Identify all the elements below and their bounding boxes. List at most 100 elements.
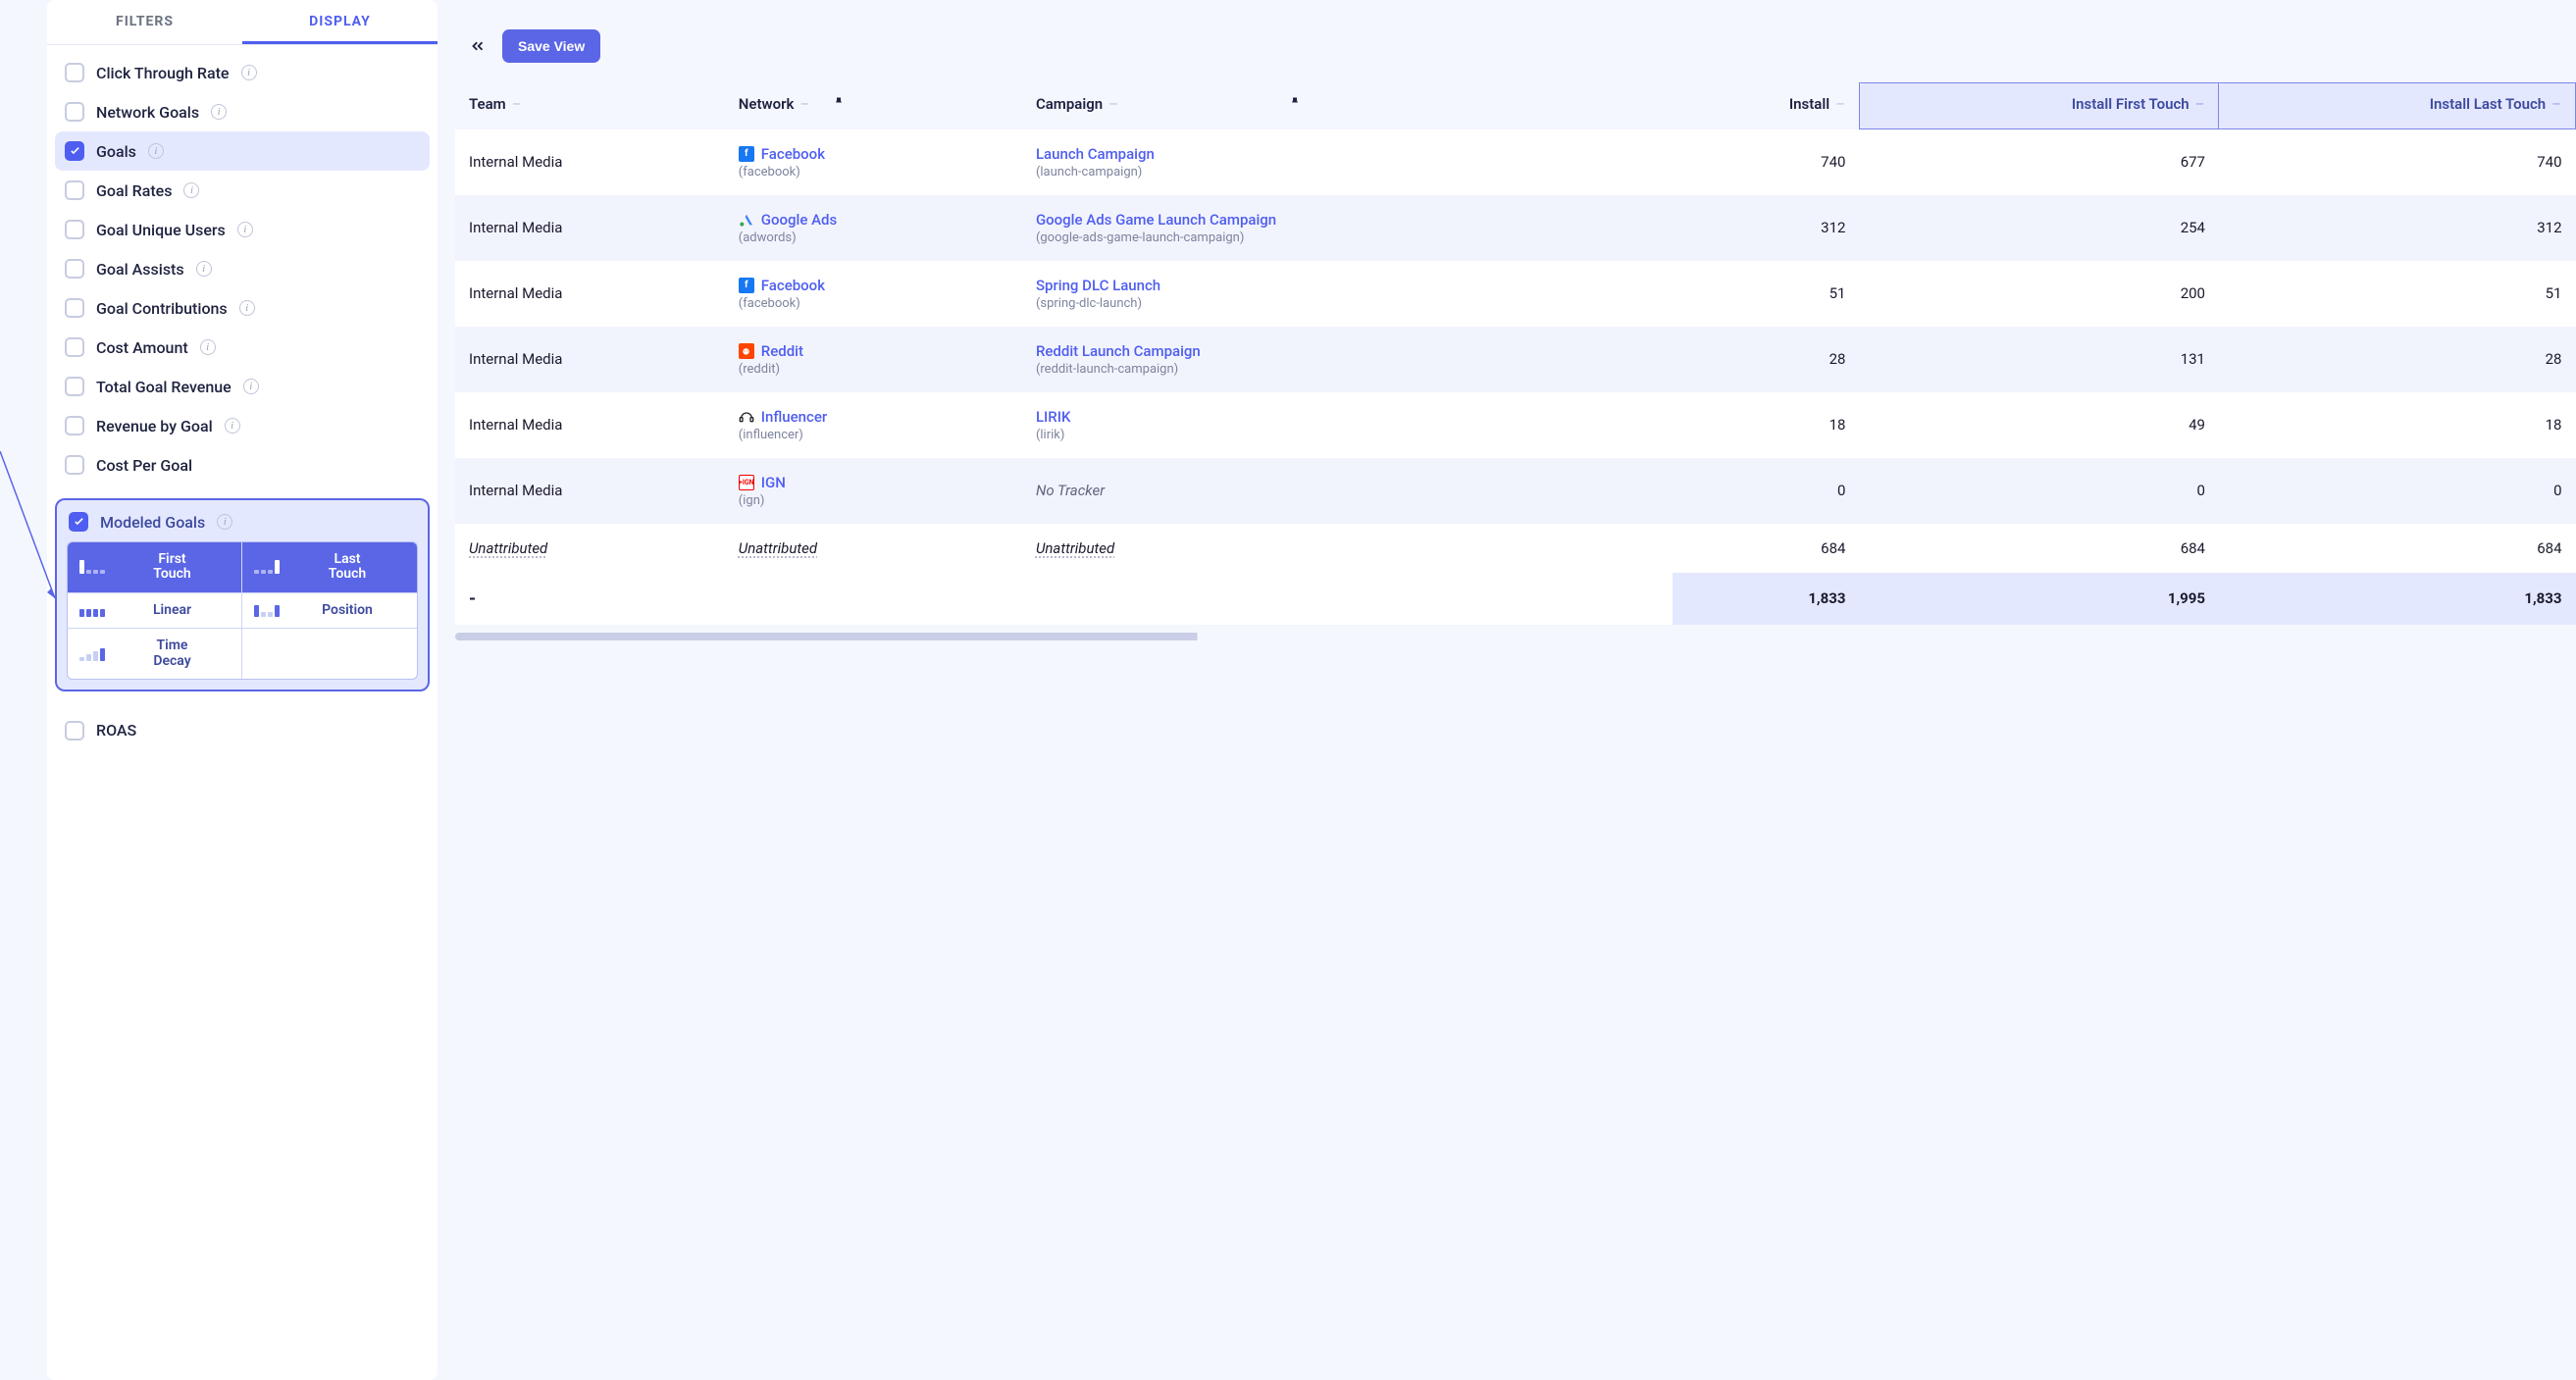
option-label: Total Goal Revenue	[96, 378, 232, 396]
campaign-link[interactable]: Spring DLC Launch	[1036, 277, 1659, 294]
checkbox-modeled-goals[interactable]	[69, 512, 88, 532]
col-team[interactable]: Team–	[455, 83, 725, 129]
option-network-goals[interactable]: Network Goalsi	[55, 92, 430, 131]
option-click-through-rate[interactable]: Click Through Rate i	[55, 53, 430, 92]
model-linear[interactable]: Linear	[68, 593, 242, 629]
cell-last: 312	[2219, 195, 2576, 261]
checkbox[interactable]	[65, 455, 84, 475]
cell-last: 740	[2219, 129, 2576, 195]
model-last-touch[interactable]: LastTouch	[242, 542, 417, 593]
model-time-decay[interactable]: TimeDecay	[68, 629, 242, 679]
modeled-goals-label: Modeled Goals	[100, 513, 205, 532]
checkbox[interactable]	[65, 337, 84, 357]
cell-network: +IGNIGN(ign)	[725, 458, 1022, 524]
display-options-after: ROAS	[47, 703, 438, 758]
cell-network: Influencer(influencer)	[725, 392, 1022, 458]
option-goal-unique-users[interactable]: Goal Unique Usersi	[55, 210, 430, 249]
cell-first: 49	[1859, 392, 2219, 458]
cell-install: 18	[1673, 392, 1860, 458]
info-icon[interactable]: i	[243, 379, 259, 394]
save-view-button[interactable]: Save View	[502, 29, 600, 63]
option-label: Goal Contributions	[96, 299, 228, 318]
col-network[interactable]: Network–	[725, 83, 1022, 129]
table-row: UnattributedUnattributedUnattributed6846…	[455, 524, 2576, 573]
network-link[interactable]: Influencer	[761, 408, 827, 426]
model-first-touch[interactable]: FirstTouch	[68, 542, 242, 593]
network-slug: (facebook)	[739, 296, 1008, 311]
col-install-first-touch[interactable]: Install First Touch–	[1859, 83, 2219, 129]
col-install-last-touch[interactable]: Install Last Touch–	[2219, 83, 2576, 129]
info-icon[interactable]: i	[239, 300, 255, 316]
attribution-bars-icon	[79, 560, 107, 574]
checkbox[interactable]	[65, 416, 84, 435]
network-slug: (ign)	[739, 493, 1008, 508]
cell-network: fFacebook(facebook)	[725, 129, 1022, 195]
checkbox[interactable]	[65, 141, 84, 161]
table-row: Internal MediaGoogle Ads(adwords)Google …	[455, 195, 2576, 261]
pin-icon[interactable]	[833, 95, 845, 113]
display-options: Click Through RateiNetwork GoalsiGoalsiG…	[47, 45, 438, 492]
option-goal-assists[interactable]: Goal Assists i	[55, 249, 430, 288]
info-icon[interactable]: i	[148, 143, 164, 159]
cell-first: 200	[1859, 261, 2219, 327]
totals-label: -	[455, 573, 725, 625]
checkbox[interactable]	[65, 102, 84, 122]
campaign-link[interactable]: LIRIK	[1036, 408, 1659, 426]
network-link[interactable]: Reddit	[761, 342, 803, 360]
cell-last: 51	[2219, 261, 2576, 327]
table-row: Internal MediaInfluencer(influencer)LIRI…	[455, 392, 2576, 458]
info-icon[interactable]: i	[217, 514, 232, 530]
network-link[interactable]: Facebook	[761, 145, 825, 163]
network-link[interactable]: Google Ads	[761, 211, 837, 229]
checkbox[interactable]	[65, 298, 84, 318]
campaign-link[interactable]: Reddit Launch Campaign	[1036, 342, 1659, 360]
campaign-link[interactable]: Google Ads Game Launch Campaign	[1036, 211, 1659, 229]
pin-icon[interactable]	[1289, 95, 1301, 113]
attribution-bars-icon	[79, 603, 107, 617]
info-icon[interactable]: i	[237, 222, 253, 237]
option-cost-amount[interactable]: Cost Amounti	[55, 328, 430, 367]
option-total-goal-revenue[interactable]: Total Goal Revenue i	[55, 367, 430, 406]
checkbox[interactable]	[65, 63, 84, 82]
horizontal-scrollbar[interactable]	[455, 633, 2576, 640]
option-goals[interactable]: Goalsi	[55, 131, 430, 171]
collapse-sidebar-button[interactable]	[465, 33, 490, 59]
checkbox[interactable]	[65, 220, 84, 239]
table-wrap[interactable]: Team– Network– Campaign– Install–	[455, 82, 2576, 640]
cell-campaign: Launch Campaign(launch-campaign)	[1022, 129, 1673, 195]
cell-install: 0	[1673, 458, 1860, 524]
info-icon[interactable]: i	[241, 65, 257, 80]
info-icon[interactable]: i	[211, 104, 227, 120]
cell-campaign: LIRIK (lirik)	[1022, 392, 1673, 458]
checkbox[interactable]	[65, 377, 84, 396]
option-cost-per-goal[interactable]: Cost Per Goal	[55, 445, 430, 485]
checkbox[interactable]	[65, 259, 84, 279]
option-roas[interactable]: ROAS	[55, 711, 430, 750]
option-label: Goal Assists	[96, 260, 184, 279]
col-install[interactable]: Install–	[1673, 83, 1860, 129]
model-position[interactable]: Position	[242, 593, 417, 629]
option-revenue-by-goal[interactable]: Revenue by Goali	[55, 406, 430, 445]
campaign-link[interactable]: Launch Campaign	[1036, 145, 1659, 163]
tab-display[interactable]: DISPLAY	[242, 0, 438, 44]
network-link[interactable]: Facebook	[761, 277, 825, 294]
network-link[interactable]: IGN	[761, 474, 786, 491]
info-icon[interactable]: i	[196, 261, 212, 277]
facebook-icon: f	[739, 146, 754, 162]
info-icon[interactable]: i	[200, 339, 216, 355]
option-label: Click Through Rate	[96, 64, 230, 82]
cell-first: 0	[1859, 458, 2219, 524]
option-goal-contributions[interactable]: Goal Contributions i	[55, 288, 430, 328]
option-goal-rates[interactable]: Goal Rates i	[55, 171, 430, 210]
checkbox-roas[interactable]	[65, 721, 84, 741]
campaign-slug: (lirik)	[1036, 428, 1659, 442]
tab-filters[interactable]: FILTERS	[47, 0, 242, 44]
info-icon[interactable]: i	[183, 182, 199, 198]
checkbox[interactable]	[65, 180, 84, 200]
cell-install: 51	[1673, 261, 1860, 327]
info-icon[interactable]: i	[225, 418, 240, 434]
modeled-goals-header[interactable]: Modeled Goals i	[67, 510, 418, 541]
col-campaign[interactable]: Campaign–	[1022, 83, 1673, 129]
option-label: Goal Rates	[96, 181, 172, 200]
cell-team: Internal Media	[455, 261, 725, 327]
